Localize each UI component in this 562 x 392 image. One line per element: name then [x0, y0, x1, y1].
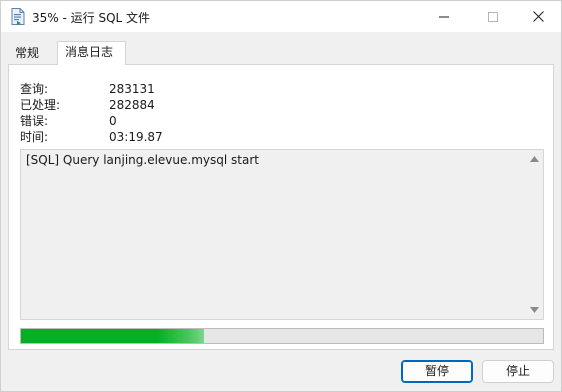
minimize-button[interactable]	[421, 1, 467, 32]
stat-value: 03:19.87	[109, 130, 163, 144]
progress-fill	[21, 329, 204, 343]
window-title: 35% - 运行 SQL 文件	[32, 11, 151, 25]
scroll-down-icon[interactable]	[530, 307, 539, 313]
title-bar: 35% - 运行 SQL 文件	[1, 1, 561, 32]
stat-label: 查询:	[20, 82, 49, 96]
run-sql-file-dialog: 35% - 运行 SQL 文件 常规 消息日志 查询: 283131 已处理: …	[0, 0, 562, 392]
progress-bar	[20, 328, 544, 344]
stat-value: 283131	[109, 82, 155, 96]
stat-label: 已处理:	[20, 98, 61, 112]
stat-value: 0	[109, 114, 117, 128]
stat-label: 时间:	[20, 130, 49, 144]
maximize-button[interactable]	[470, 1, 516, 32]
message-log-panel: 查询: 283131 已处理: 282884 错误: 0 时间: 03:19.8…	[8, 64, 554, 350]
pause-button[interactable]: 暂停	[401, 360, 473, 383]
minimize-icon	[439, 16, 449, 17]
log-line: [SQL] Query lanjing.elevue.mysql start	[26, 153, 259, 167]
stat-value: 282884	[109, 98, 155, 112]
close-button[interactable]	[515, 1, 561, 32]
stop-button[interactable]: 停止	[482, 360, 554, 383]
tab-bar: 常规 消息日志	[8, 41, 554, 65]
scroll-up-icon[interactable]	[530, 156, 539, 162]
close-icon	[532, 11, 544, 22]
log-output[interactable]: [SQL] Query lanjing.elevue.mysql start	[20, 149, 544, 320]
log-scrollbar[interactable]	[526, 150, 543, 319]
tab-message-log[interactable]: 消息日志	[57, 41, 126, 65]
tab-general[interactable]: 常规	[8, 43, 55, 64]
maximize-icon	[488, 11, 498, 22]
sql-file-icon	[11, 8, 25, 25]
stat-label: 错误:	[20, 114, 49, 128]
